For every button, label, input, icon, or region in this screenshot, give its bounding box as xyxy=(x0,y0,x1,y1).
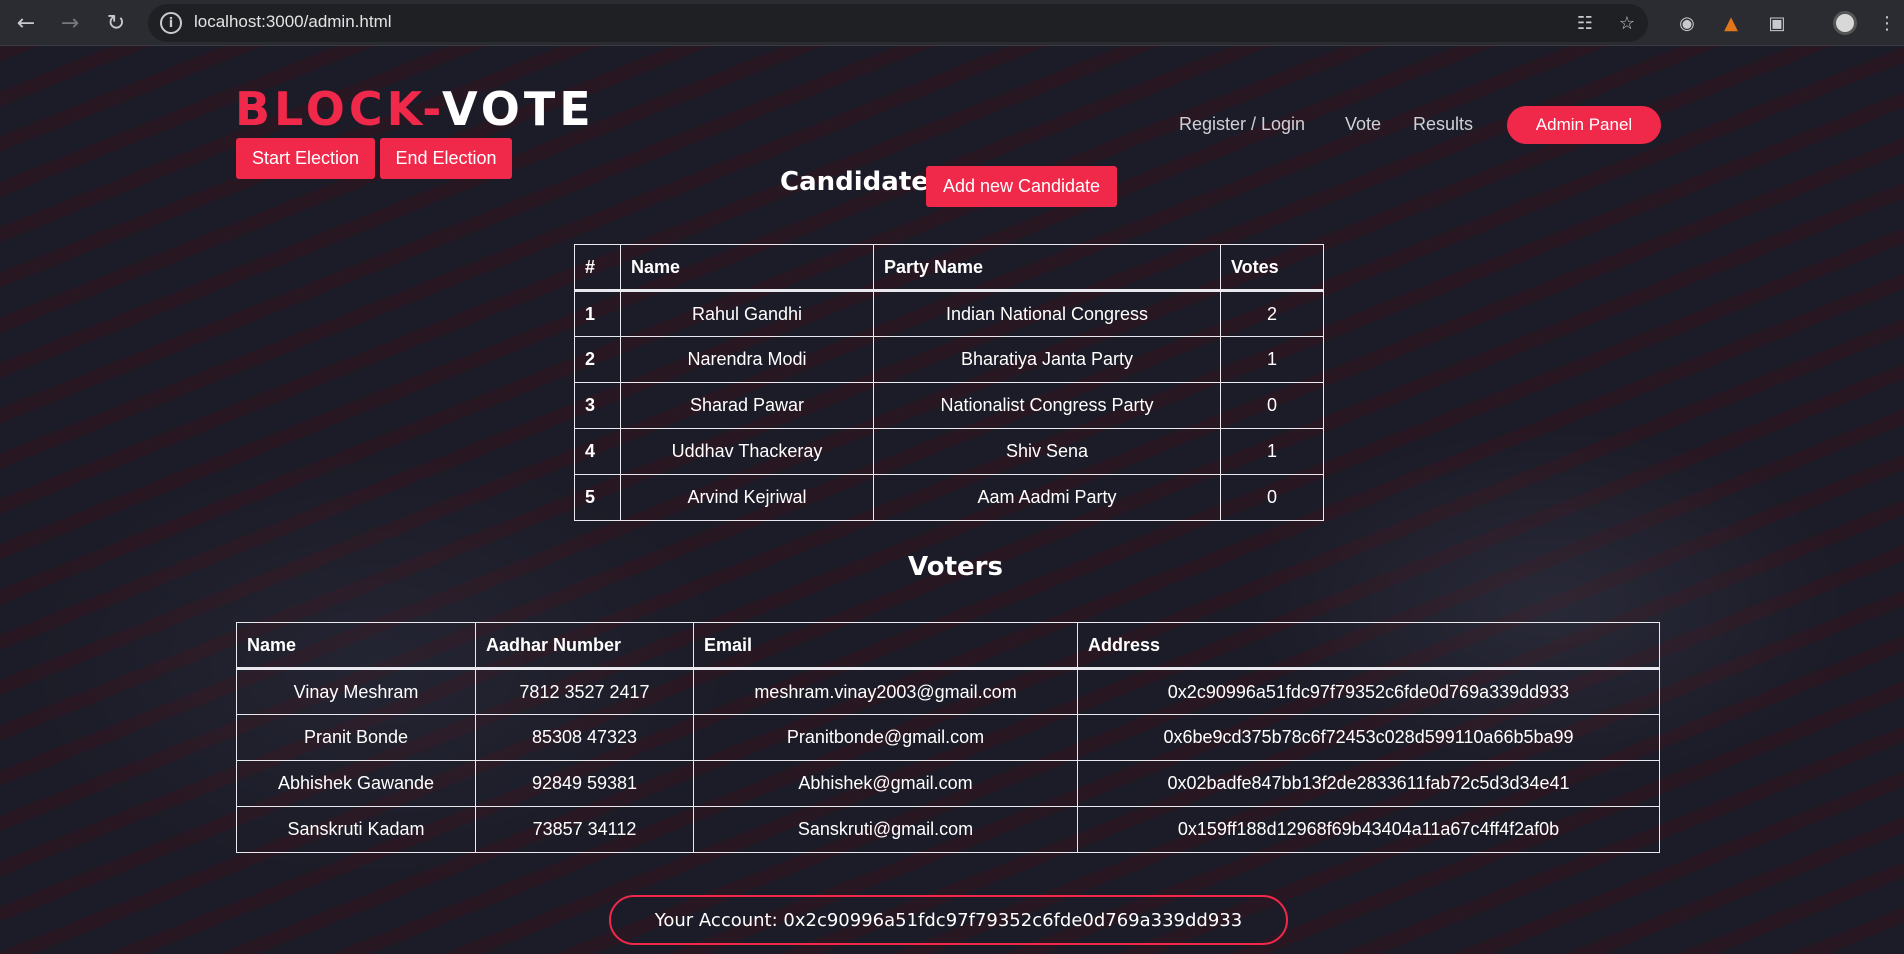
candidates-table: # Name Party Name Votes 1 Rahul Gandhi I… xyxy=(574,244,1324,521)
start-election-button[interactable]: Start Election xyxy=(236,138,375,179)
voter-email: meshram.vinay2003@gmail.com xyxy=(693,668,1078,715)
col-header-num: # xyxy=(574,244,621,292)
back-icon[interactable]: ← xyxy=(10,7,42,39)
voter-aadhar: 73857 34112 xyxy=(475,806,694,853)
col-header-party: Party Name xyxy=(873,244,1221,292)
candidate-num: 2 xyxy=(574,336,621,383)
col-header-email: Email xyxy=(693,622,1078,670)
table-row: 3 Sharad Pawar Nationalist Congress Part… xyxy=(574,382,1324,429)
candidate-num: 1 xyxy=(574,290,621,337)
candidate-name: Rahul Gandhi xyxy=(620,290,874,337)
candidates-header-row: # Name Party Name Votes xyxy=(574,244,1324,292)
col-header-address: Address xyxy=(1077,622,1660,670)
voter-aadhar: 7812 3527 2417 xyxy=(475,668,694,715)
reload-icon[interactable]: ↻ xyxy=(100,7,132,39)
table-row: 5 Arvind Kejriwal Aam Aadmi Party 0 xyxy=(574,474,1324,521)
translate-icon[interactable]: ☷ xyxy=(1570,8,1600,38)
voter-name: Abhishek Gawande xyxy=(236,760,476,807)
voters-title: Voters xyxy=(908,552,1003,582)
brand-part-2: VOTE xyxy=(442,82,595,136)
candidate-party: Indian National Congress xyxy=(873,290,1221,337)
candidate-name: Arvind Kejriwal xyxy=(620,474,874,521)
candidate-votes: 1 xyxy=(1220,428,1324,475)
voters-header-row: Name Aadhar Number Email Address xyxy=(236,622,1660,670)
table-row: 4 Uddhav Thackeray Shiv Sena 1 xyxy=(574,428,1324,475)
profile-avatar-icon[interactable] xyxy=(1830,8,1860,38)
browser-toolbar: ← → ↻ i localhost:3000/admin.html ☷ ☆ ◉ … xyxy=(0,0,1904,46)
table-row: Vinay Meshram 7812 3527 2417 meshram.vin… xyxy=(236,668,1660,715)
voter-email: Sanskruti@gmail.com xyxy=(693,806,1078,853)
brand-logo[interactable]: BLOCK-VOTE xyxy=(235,82,595,136)
candidate-party: Shiv Sena xyxy=(873,428,1221,475)
nav-register-login[interactable]: Register / Login xyxy=(1179,114,1305,135)
voter-address: 0x2c90996a51fdc97f79352c6fde0d769a339dd9… xyxy=(1077,668,1660,715)
site-info-icon[interactable]: i xyxy=(160,12,182,34)
voter-address: 0x159ff188d12968f69b43404a11a67c4ff4f2af… xyxy=(1077,806,1660,853)
col-header-votes: Votes xyxy=(1220,244,1324,292)
voter-name: Vinay Meshram xyxy=(236,668,476,715)
nav-admin-panel[interactable]: Admin Panel xyxy=(1507,106,1661,144)
page-background: BLOCK-VOTE Start Election End Election R… xyxy=(0,46,1904,954)
table-row: 2 Narendra Modi Bharatiya Janta Party 1 xyxy=(574,336,1324,383)
candidate-votes: 2 xyxy=(1220,290,1324,337)
candidate-num: 4 xyxy=(574,428,621,475)
candidate-num: 5 xyxy=(574,474,621,521)
camera-icon[interactable]: ◉ xyxy=(1672,8,1702,38)
bookmark-star-icon[interactable]: ☆ xyxy=(1612,8,1642,38)
voter-name: Pranit Bonde xyxy=(236,714,476,761)
candidate-name: Narendra Modi xyxy=(620,336,874,383)
candidate-num: 3 xyxy=(574,382,621,429)
candidate-party: Aam Aadmi Party xyxy=(873,474,1221,521)
candidate-name: Uddhav Thackeray xyxy=(620,428,874,475)
voter-name: Sanskruti Kadam xyxy=(236,806,476,853)
col-header-name: Name xyxy=(620,244,874,292)
forward-icon[interactable]: → xyxy=(54,7,86,39)
candidate-party: Bharatiya Janta Party xyxy=(873,336,1221,383)
table-row: Pranit Bonde 85308 47323 Pranitbonde@gma… xyxy=(236,714,1660,761)
table-row: 1 Rahul Gandhi Indian National Congress … xyxy=(574,290,1324,337)
candidates-title: Candidates xyxy=(780,167,945,197)
candidate-votes: 0 xyxy=(1220,382,1324,429)
candidate-votes: 0 xyxy=(1220,474,1324,521)
nav-vote[interactable]: Vote xyxy=(1345,114,1381,135)
metamask-fox-icon[interactable]: ▲ xyxy=(1716,8,1746,38)
voter-email: Pranitbonde@gmail.com xyxy=(693,714,1078,761)
candidate-party: Nationalist Congress Party xyxy=(873,382,1221,429)
address-bar[interactable]: i localhost:3000/admin.html xyxy=(148,4,1648,42)
table-row: Abhishek Gawande 92849 59381 Abhishek@gm… xyxy=(236,760,1660,807)
voter-email: Abhishek@gmail.com xyxy=(693,760,1078,807)
end-election-button[interactable]: End Election xyxy=(380,138,512,179)
nav-results[interactable]: Results xyxy=(1413,114,1473,135)
col-header-voter-name: Name xyxy=(236,622,476,670)
candidate-votes: 1 xyxy=(1220,336,1324,383)
voter-aadhar: 92849 59381 xyxy=(475,760,694,807)
add-candidate-button[interactable]: Add new Candidate xyxy=(926,166,1117,207)
brand-part-1: BLOCK- xyxy=(235,82,442,136)
browser-menu-icon[interactable]: ⋮ xyxy=(1872,8,1902,38)
candidate-name: Sharad Pawar xyxy=(620,382,874,429)
extensions-puzzle-icon[interactable]: ▣ xyxy=(1762,8,1792,38)
voters-table: Name Aadhar Number Email Address Vinay M… xyxy=(236,622,1660,853)
account-address-pill: Your Account: 0x2c90996a51fdc97f79352c6f… xyxy=(609,895,1288,945)
voter-address: 0x02badfe847bb13f2de2833611fab72c5d3d34e… xyxy=(1077,760,1660,807)
col-header-aadhar: Aadhar Number xyxy=(475,622,694,670)
url-text[interactable]: localhost:3000/admin.html xyxy=(194,12,392,32)
voter-aadhar: 85308 47323 xyxy=(475,714,694,761)
voter-address: 0x6be9cd375b78c6f72453c028d599110a66b5ba… xyxy=(1077,714,1660,761)
table-row: Sanskruti Kadam 73857 34112 Sanskruti@gm… xyxy=(236,806,1660,853)
